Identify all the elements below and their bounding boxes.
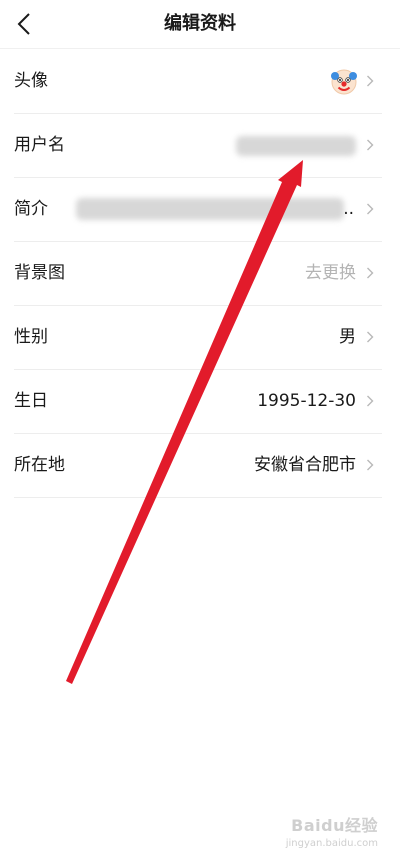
row-location[interactable]: 所在地 安徽省合肥市	[14, 434, 382, 498]
baidu-watermark: Baidu经验 jingyan.baidu.com	[286, 812, 378, 849]
nav-bar: 编辑资料	[0, 0, 400, 49]
birthday-label: 生日	[14, 391, 48, 411]
background-value: 去更换	[305, 263, 356, 283]
row-background[interactable]: 背景图 去更换	[14, 242, 382, 306]
gender-label: 性别	[14, 327, 48, 347]
username-value-blurred	[236, 136, 356, 156]
bio-ellipsis: ..	[343, 199, 354, 219]
watermark-logo: Baidu经验	[291, 816, 378, 835]
row-bio[interactable]: 简介 ..	[14, 178, 382, 242]
chevron-right-icon	[367, 395, 374, 407]
location-value: 安徽省合肥市	[254, 455, 356, 475]
page-title: 编辑资料	[164, 13, 236, 34]
birthday-value: 1995-12-30	[257, 391, 356, 411]
avatar-label: 头像	[14, 71, 48, 91]
chevron-right-icon	[367, 267, 374, 279]
row-avatar[interactable]: 头像	[14, 50, 382, 114]
chevron-right-icon	[367, 139, 374, 151]
row-birthday[interactable]: 生日 1995-12-30	[14, 370, 382, 434]
background-label: 背景图	[14, 263, 65, 283]
chevron-right-icon	[367, 459, 374, 471]
profile-settings-list: 头像 用户名 简介 .. 背景图 去更换 性别 男 生日 1995-12-30 …	[0, 50, 400, 498]
location-label: 所在地	[14, 455, 65, 475]
chevron-right-icon	[367, 203, 374, 215]
clown-face-icon[interactable]	[330, 67, 358, 95]
chevron-right-icon	[367, 75, 374, 87]
chevron-right-icon	[367, 331, 374, 343]
bio-value-blurred	[76, 198, 344, 220]
row-gender[interactable]: 性别 男	[14, 306, 382, 370]
gender-value: 男	[339, 327, 356, 347]
row-username[interactable]: 用户名	[14, 114, 382, 178]
username-label: 用户名	[14, 135, 65, 155]
bio-label: 简介	[14, 199, 48, 219]
watermark-url: jingyan.baidu.com	[285, 838, 378, 849]
